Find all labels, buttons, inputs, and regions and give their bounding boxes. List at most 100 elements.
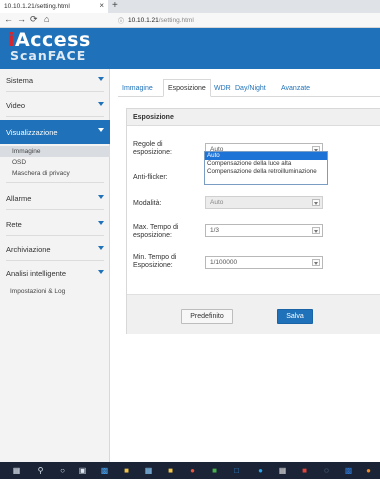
pdf-icon[interactable]: ■ xyxy=(300,466,309,475)
chevron-down-icon xyxy=(312,199,320,206)
tab-label: Immagine xyxy=(122,84,153,92)
page-tabs: Immagine Esposizione WDR Day/Night Avanz… xyxy=(118,75,380,97)
reload-icon[interactable]: ⟳ xyxy=(30,14,38,25)
firefox-icon[interactable]: ● xyxy=(364,466,373,475)
calculator-icon[interactable]: ▦ xyxy=(278,466,287,475)
sidebar-item-label: Visualizzazione xyxy=(6,127,58,137)
sidebar-subitem-osd[interactable]: OSD xyxy=(0,157,110,168)
sidebar-item-video[interactable]: Video xyxy=(0,94,110,116)
min-tempo-select[interactable]: 1/100000 xyxy=(205,256,323,269)
teams-icon[interactable]: □ xyxy=(232,466,241,475)
close-tab-icon[interactable]: × xyxy=(99,1,104,10)
edge-icon[interactable]: ■ xyxy=(210,466,219,475)
dropdown-option-retroilluminazione[interactable]: Compensazione della retroilluminazione xyxy=(205,168,327,176)
sidebar-item-archiviazione[interactable]: Archiviazione xyxy=(0,238,110,260)
address-bar[interactable]: ⓘ 10.10.1.21/setting.html xyxy=(118,15,194,26)
site-info-icon[interactable]: ⓘ xyxy=(118,16,124,25)
browser-tab-title: 10.10.1.21/setting.html xyxy=(4,3,70,10)
tab-day-night[interactable]: Day/Night xyxy=(231,79,270,97)
modalita-select: Auto xyxy=(205,196,323,209)
dropdown-option-luce-alta[interactable]: Compensazione della luce alta xyxy=(205,160,327,168)
browser-tabbar: 10.10.1.21/setting.html × + xyxy=(0,0,380,13)
sidebar-item-label: Analisi intelligente xyxy=(6,268,67,278)
divider xyxy=(6,91,104,92)
sidebar-subitem-label: Immagine xyxy=(12,148,41,155)
sidebar-subitem-label: OSD xyxy=(12,159,27,166)
search-icon[interactable]: ⚲ xyxy=(36,466,45,475)
divider xyxy=(6,116,104,117)
default-button[interactable]: Predefinito xyxy=(181,309,233,324)
mail-icon[interactable]: ■ xyxy=(166,466,175,475)
chevron-down-icon xyxy=(98,195,104,199)
tab-label: Esposizione xyxy=(168,84,206,92)
files-icon[interactable]: ▦ xyxy=(144,466,153,475)
sidebar-item-visualizzazione[interactable]: Visualizzazione xyxy=(0,120,110,144)
chevron-down-icon xyxy=(98,221,104,225)
browser-tab[interactable]: 10.10.1.21/setting.html × xyxy=(0,0,108,13)
sidebar-item-label: Video xyxy=(6,100,26,110)
max-tempo-select[interactable]: 1/3 xyxy=(205,224,323,237)
tab-label: Avanzate xyxy=(281,84,311,92)
min-tempo-value: 1/100000 xyxy=(210,259,238,266)
chevron-down-icon xyxy=(98,77,104,81)
chevron-down-icon xyxy=(98,102,104,106)
task-view-icon[interactable]: ▣ xyxy=(78,466,87,475)
tab-esposizione[interactable]: Esposizione xyxy=(163,79,211,97)
exposure-panel: Esposizione Regole di esposizione: Auto … xyxy=(126,108,380,334)
button-row: Predefinito Salva xyxy=(127,294,380,334)
tab-avanzate[interactable]: Avanzate xyxy=(277,79,314,97)
max-tempo-label: Max. Tempo di esposizione: xyxy=(133,224,179,239)
sidebar-item-label: Impostazioni & Log xyxy=(10,288,66,295)
sidebar-item-label: Sistema xyxy=(6,75,34,85)
chevron-down-icon xyxy=(312,259,320,266)
wifi-icon[interactable]: ◌ xyxy=(322,466,331,475)
regole-label: Regole di esposizione: xyxy=(133,141,172,156)
antiflicker-label: Anti-flicker: xyxy=(133,174,168,181)
sidebar-item-allarme[interactable]: Allarme xyxy=(0,187,110,209)
sidebar-item-label: Rete xyxy=(6,219,22,229)
chevron-down-icon xyxy=(312,227,320,234)
sidebar-item-analisi[interactable]: Analisi intelligente xyxy=(0,262,110,284)
taskbar: ▦ ⚲ ○ ▣ ▩ ■ ▦ ■ ● ■ □ ● ▦ ■ ◌ ▩ ● xyxy=(0,462,380,479)
forward-icon[interactable]: → xyxy=(17,14,26,24)
url-path: /setting.html xyxy=(158,17,194,24)
tab-immagine[interactable]: Immagine xyxy=(118,79,157,97)
dropdown-option-auto[interactable]: Auto xyxy=(205,152,327,160)
sidebar-item-label: Archiviazione xyxy=(6,244,51,254)
regole-dropdown-list: Auto Compensazione della luce alta Compe… xyxy=(204,151,328,185)
modalita-value: Auto xyxy=(210,199,224,206)
cortana-icon[interactable]: ○ xyxy=(58,466,67,475)
new-tab-icon[interactable]: + xyxy=(112,0,118,11)
divider xyxy=(6,182,104,183)
min-tempo-label: Min. Tempo di Esposizione: xyxy=(133,254,177,269)
sidebar-subitem-label: Maschera di privacy xyxy=(12,170,70,177)
skype-icon[interactable]: ● xyxy=(256,466,265,475)
save-button[interactable]: Salva xyxy=(277,309,313,324)
logo-wordmark: iAccess xyxy=(8,29,91,51)
modalita-label: Modalità: xyxy=(133,200,162,207)
chevron-down-icon xyxy=(98,128,104,132)
sidebar-subitem-immagine[interactable]: Immagine xyxy=(0,146,110,157)
chevron-down-icon xyxy=(98,270,104,274)
max-tempo-value: 1/3 xyxy=(210,227,220,234)
browser-toolbar: ← → ⟳ ⌂ ⓘ 10.10.1.21/setting.html xyxy=(0,13,380,28)
sidebar-item-rete[interactable]: Rete xyxy=(0,213,110,235)
tab-label: WDR xyxy=(214,84,231,92)
home-icon[interactable]: ⌂ xyxy=(44,14,49,24)
divider xyxy=(6,209,104,210)
sidebar-subitem-maschera[interactable]: Maschera di privacy xyxy=(0,168,110,179)
windows-icon[interactable]: ▦ xyxy=(12,466,21,475)
sidebar-item-sistema[interactable]: Sistema xyxy=(0,69,110,91)
panel-title: Esposizione xyxy=(127,109,380,126)
outlook-icon[interactable]: ▩ xyxy=(344,466,353,475)
network-icon[interactable]: ▩ xyxy=(100,466,109,475)
chrome-icon[interactable]: ● xyxy=(188,466,197,475)
sidebar-item-impostazioni-log[interactable]: Impostazioni & Log xyxy=(0,286,110,297)
brand-logo: iAccess ScanFACE xyxy=(8,30,108,68)
store-icon[interactable]: ■ xyxy=(122,466,131,475)
back-icon[interactable]: ← xyxy=(4,14,13,24)
divider xyxy=(6,260,104,261)
logo-product: ScanFACE xyxy=(10,48,87,63)
url-host: 10.10.1.21 xyxy=(128,17,159,24)
divider xyxy=(6,235,104,236)
